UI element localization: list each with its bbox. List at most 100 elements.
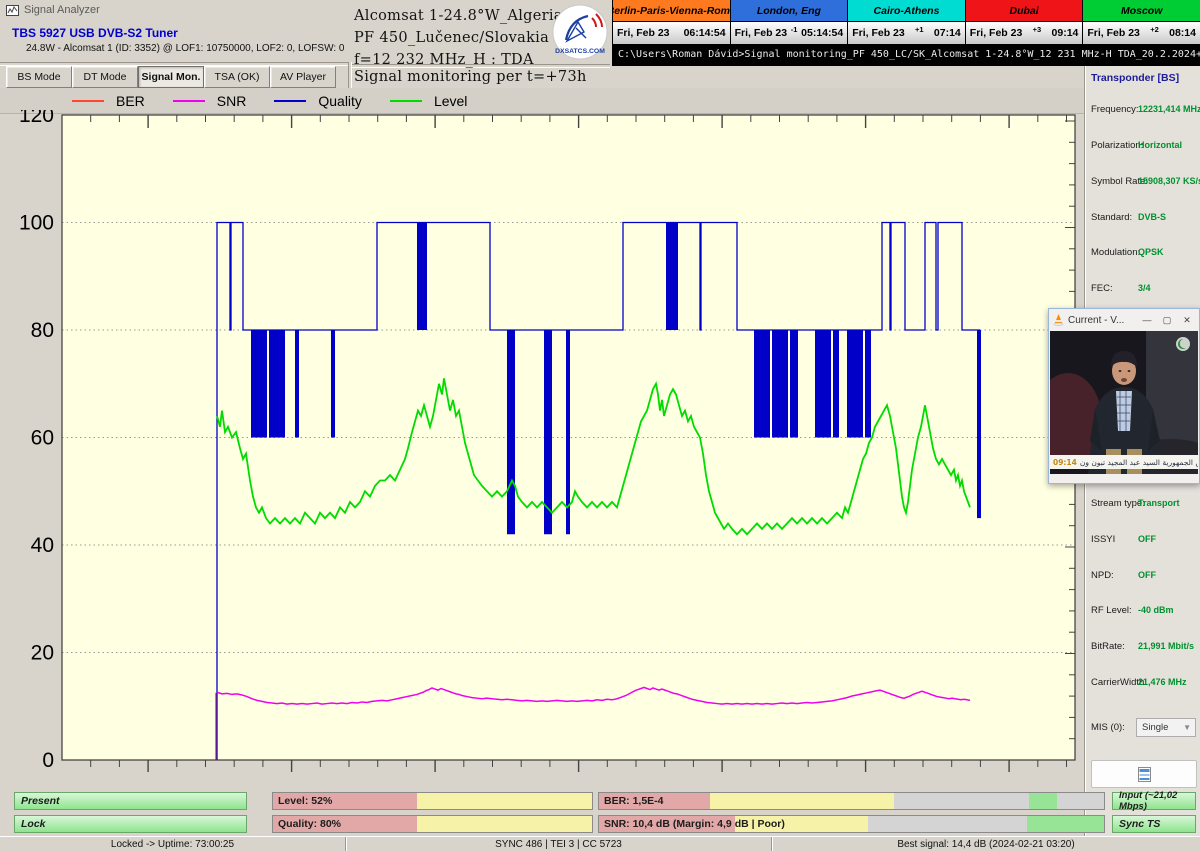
console-prompt: C:\Users\Roman Dávid>Signal monitoring_P…	[612, 44, 1200, 66]
vlc-cone-icon	[1053, 314, 1064, 326]
tuner-detail: 24.8W - Alcomsat 1 (ID: 3352) @ LOF1: 10…	[26, 43, 344, 54]
field-value: OFF	[1138, 534, 1156, 544]
legend-item-ber: BER	[72, 93, 145, 109]
clock-time: Fri, Feb 23 +3 09:14	[966, 22, 1083, 44]
sync-ts-indicator: Sync TS	[1112, 815, 1196, 833]
clock-dubai: Dubai Fri, Feb 23 +3 09:14	[966, 0, 1084, 44]
level-meter: Level: 52%	[272, 792, 593, 810]
minimize-button[interactable]: —	[1139, 312, 1155, 328]
legend-item-quality: Quality	[274, 93, 362, 109]
header-satellite: Alcomsat 1-24.8°W_Algeria	[354, 8, 563, 24]
tab-signal-mon[interactable]: Signal Mon.	[138, 66, 204, 88]
snr-meter: SNR: 10,4 dB (Margin: 4,9 dB | Poor)	[598, 815, 1105, 833]
close-button[interactable]: ✕	[1179, 312, 1195, 328]
clock-city: Berlin-Paris-Vienna-Roma	[613, 0, 730, 22]
tab-dt-mode[interactable]: DT Mode	[72, 66, 138, 88]
tp-row-modulation: Modulation:QPSK	[1086, 247, 1200, 261]
clock-value: 07:14	[934, 27, 961, 39]
header-frequency: f=12 232 MHz_H : TDA	[354, 52, 534, 68]
meter-segment-gray	[894, 793, 1028, 809]
signal-analyzer-app: { "window": { "title": "Signal Analyzer"…	[0, 0, 1200, 850]
tab-tsa[interactable]: TSA (OK)	[204, 66, 270, 88]
present-indicator: Present	[14, 792, 247, 810]
tp-row-symbol-rate: Symbol Rate:15908,307 KS/s	[1086, 176, 1200, 190]
clock-time: Fri, Feb 23 +2 08:14	[1083, 22, 1200, 44]
field-value: 12231,414 MHz	[1138, 104, 1200, 114]
clock-date: Fri, Feb 23	[852, 27, 905, 39]
svg-text:120: 120	[19, 110, 54, 127]
meter-segment-yellow	[417, 793, 592, 809]
meter-fill	[599, 793, 1104, 809]
ber-meter: BER: 1,5E-4	[598, 792, 1105, 810]
clock-london: London, Eng Fri, Feb 23 -1 05:14:54	[731, 0, 849, 44]
tab-label: DT Mode	[84, 71, 127, 83]
field-value: OFF	[1138, 570, 1156, 580]
mis-label: MIS (0):	[1091, 722, 1125, 733]
legend-item-level: Level	[390, 93, 467, 109]
lock-label: Lock	[21, 818, 46, 830]
ts-view-button[interactable]	[1091, 760, 1197, 788]
tab-label: AV Player	[280, 71, 326, 83]
tp-row-fec: FEC:3/4	[1086, 283, 1200, 297]
field-label: Polarization:	[1091, 140, 1143, 151]
meter-segment-gray	[868, 816, 1028, 832]
maximize-button[interactable]: ▢	[1159, 312, 1175, 328]
quality-meter-label: Quality: 80%	[278, 816, 341, 832]
clock-value: 06:14:54	[684, 27, 726, 39]
table-icon	[1138, 767, 1151, 782]
snr-line-swatch	[173, 100, 205, 102]
world-clocks: Berlin-Paris-Vienna-Roma Fri, Feb 23 06:…	[612, 0, 1200, 44]
transponder-title: Transponder [BS]	[1091, 72, 1179, 84]
clock-time: Fri, Feb 23 06:14:54	[613, 22, 730, 44]
chart-canvas: 020406080100120	[0, 110, 1085, 790]
tuner-name: TBS 5927 USB DVB-S2 Tuner	[12, 26, 178, 40]
legend-label: Level	[434, 93, 467, 109]
mis-dropdown[interactable]: Single ▼	[1136, 718, 1196, 737]
tab-label: Signal Mon.	[142, 71, 201, 83]
status-best-signal: Best signal: 14,4 dB (2024-02-21 03:20)	[772, 837, 1200, 851]
ber-line-swatch	[72, 100, 104, 102]
status-sync-counters: SYNC 486 | TEI 3 | CC 5723	[346, 837, 772, 851]
vlc-titlebar[interactable]: Current - V... — ▢ ✕	[1049, 309, 1199, 331]
clock-city: Dubai	[966, 0, 1083, 22]
input-label: Input (~21,02 Mbps)	[1119, 790, 1195, 812]
field-label: Stream type:	[1091, 498, 1145, 509]
svg-text:60: 60	[31, 427, 54, 450]
vlc-player-window[interactable]: Current - V... — ▢ ✕	[1048, 308, 1200, 484]
tp-row-frequency: Frequency:12231,414 MHz	[1086, 104, 1200, 118]
svg-text:0: 0	[42, 749, 54, 772]
clock-cairo: Cairo-Athens Fri, Feb 23 +1 07:14	[848, 0, 966, 44]
tp-row-issyi: ISSYI OFF	[1086, 534, 1200, 548]
svg-text:20: 20	[31, 642, 54, 665]
logo-text: DXSATCS.COM	[555, 48, 605, 55]
svg-text:80: 80	[31, 319, 54, 342]
field-value: Transport	[1138, 498, 1180, 508]
legend-label: BER	[116, 93, 145, 109]
field-label: FEC:	[1091, 283, 1113, 294]
tab-bs-mode[interactable]: BS Mode	[6, 66, 72, 88]
field-label: RF Level:	[1091, 605, 1132, 616]
lock-indicator: Lock	[14, 815, 247, 833]
meter-segment-green	[1029, 793, 1057, 809]
field-value: Horizontal	[1138, 140, 1182, 150]
vlc-video-frame[interactable]: 09:14 بن المبدين الشايبين ۞ رئيس الجمهور…	[1050, 331, 1198, 474]
field-value: QPSK	[1138, 247, 1164, 257]
ticker-text: بن المبدين الشايبين ۞ رئيس الجمهورية الس…	[1080, 458, 1198, 467]
tab-label: TSA (OK)	[215, 71, 260, 83]
clock-berlin: Berlin-Paris-Vienna-Roma Fri, Feb 23 06:…	[613, 0, 731, 44]
clock-date: Fri, Feb 23	[735, 27, 788, 39]
meter-segment-yellow	[710, 793, 894, 809]
quality-line-swatch	[274, 100, 306, 102]
meter-segment-green	[1027, 816, 1104, 832]
tp-row-rf-level: RF Level:-40 dBm	[1086, 605, 1200, 619]
clock-date: Fri, Feb 23	[970, 27, 1023, 39]
field-label: Frequency:	[1091, 104, 1139, 115]
signal-monitoring-chart: 020406080100120	[0, 110, 1085, 790]
tab-av-player[interactable]: AV Player	[270, 66, 336, 88]
field-label: ISSYI	[1091, 534, 1115, 545]
field-label: BitRate:	[1091, 641, 1125, 652]
snr-meter-label: SNR: 10,4 dB (Margin: 4,9 dB | Poor)	[604, 816, 785, 832]
quality-meter: Quality: 80%	[272, 815, 593, 833]
tp-row-polarization: Polarization:Horizontal	[1086, 140, 1200, 154]
dxsatcs-logo: DXSATCS.COM	[550, 2, 610, 62]
